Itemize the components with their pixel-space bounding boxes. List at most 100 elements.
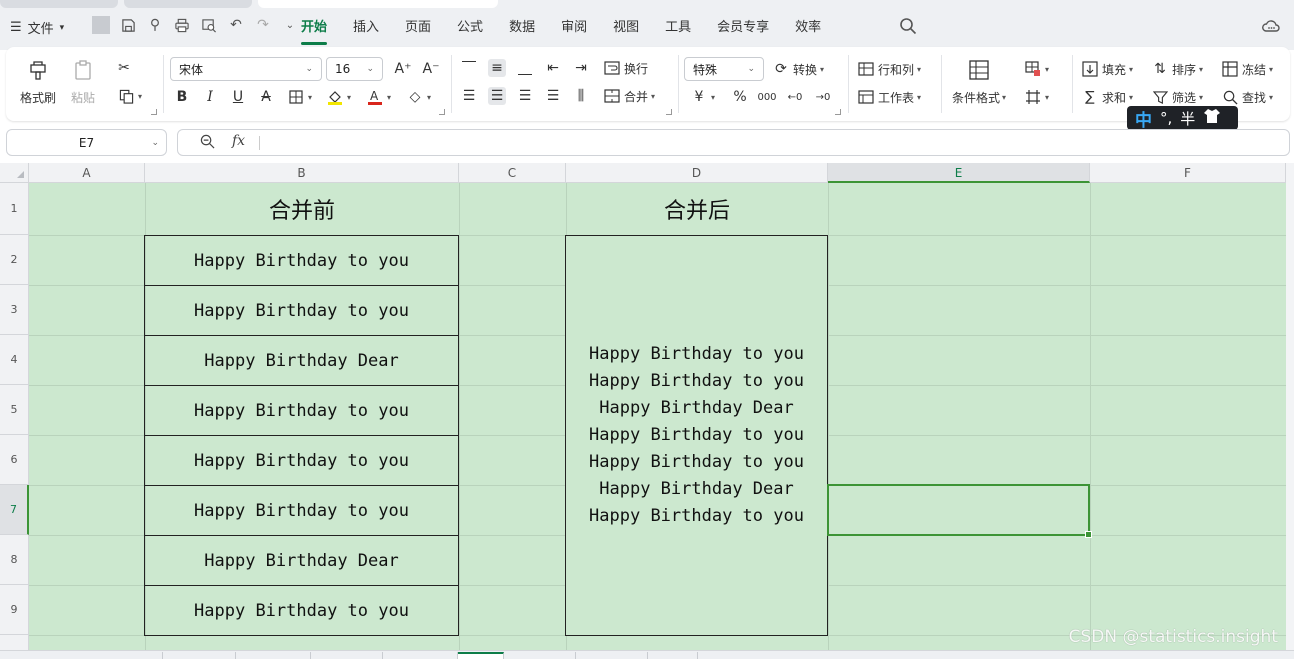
convert-button[interactable]: ⟳ 转换 ▾ (772, 60, 824, 78)
tab-page[interactable]: 页面 (392, 18, 444, 38)
strikethrough-button[interactable]: A (257, 88, 275, 106)
cell-b6[interactable]: Happy Birthday to you (144, 435, 459, 486)
active-cell-e7[interactable] (827, 484, 1092, 538)
chevron-down-icon[interactable]: ⌄ (151, 138, 159, 148)
table-style-button[interactable]: ▾ (1024, 88, 1049, 106)
increase-indent-button[interactable]: ⇥ (572, 59, 590, 77)
spreadsheet-grid[interactable]: A B C D E F 1 2 3 4 5 6 7 8 9 合并前 合并后 Ha… (0, 163, 1286, 659)
row-header-1[interactable]: 1 (0, 183, 29, 235)
underline-button[interactable]: U (229, 88, 247, 106)
filter-button[interactable]: 筛选 ▾ (1151, 88, 1203, 106)
dialog-launcher-icon[interactable] (666, 109, 672, 115)
thousands-button[interactable]: 000 (757, 88, 776, 106)
conditional-format-button[interactable]: 条件格式 ▾ (952, 57, 1006, 106)
number-format-select[interactable]: 特殊 ⌄ (684, 57, 764, 81)
save-icon[interactable] (119, 16, 137, 34)
sheet-tab[interactable] (163, 652, 236, 659)
print-preview-icon[interactable] (200, 16, 218, 34)
distributed-button[interactable]: ⫼ (572, 87, 590, 105)
document-tab[interactable] (0, 0, 118, 8)
tab-member[interactable]: 会员专享 (704, 18, 782, 38)
borders-button[interactable]: ▾ (287, 88, 312, 106)
merge-button[interactable]: 合并 ▾ (603, 87, 655, 105)
dialog-launcher-icon[interactable] (151, 109, 157, 115)
sheet-tab[interactable] (576, 652, 648, 659)
select-all-corner[interactable] (0, 163, 29, 183)
name-box[interactable]: E7 ⌄ (6, 129, 167, 156)
find-button[interactable]: 查找 ▾ (1221, 88, 1273, 106)
align-right-button[interactable]: ☰ (516, 87, 534, 105)
cell-b2[interactable]: Happy Birthday to you (144, 235, 459, 286)
ime-status-bar[interactable]: 中 °, 半 (1127, 106, 1238, 131)
skin-icon[interactable] (1203, 108, 1221, 128)
formula-bar[interactable]: fx (177, 129, 1290, 156)
row-header-5[interactable]: 5 (0, 385, 29, 435)
ime-mode[interactable]: 中 (1135, 106, 1152, 131)
cell-b7[interactable]: Happy Birthday to you (144, 485, 459, 536)
share-icon[interactable]: ⚲ (146, 16, 164, 34)
ime-width[interactable]: 半 (1180, 108, 1195, 129)
sheet-tab[interactable] (95, 652, 163, 659)
cell-d1-after-merge-header[interactable]: 合并后 (566, 183, 828, 235)
column-header-a[interactable]: A (29, 163, 145, 183)
column-header-e[interactable]: E (828, 163, 1090, 183)
format-painter-button[interactable]: 格式刷 (20, 57, 56, 106)
sheet-tab[interactable] (311, 652, 383, 659)
freeze-button[interactable]: 冻结 ▾ (1221, 60, 1273, 78)
sort-button[interactable]: ⇅ 排序 ▾ (1151, 60, 1203, 78)
row-col-button[interactable]: 行和列 ▾ (857, 60, 921, 78)
worksheet-button[interactable]: 工作表 ▾ (857, 88, 921, 106)
italic-button[interactable]: I (201, 88, 219, 106)
tab-formula[interactable]: 公式 (444, 18, 496, 38)
file-menu[interactable]: ☰ 文件 ▾ (10, 18, 64, 37)
row-header-3[interactable]: 3 (0, 285, 29, 335)
increase-font-button[interactable]: A⁺ (394, 60, 412, 78)
row-header-6[interactable]: 6 (0, 435, 29, 485)
dialog-launcher-icon[interactable] (439, 109, 445, 115)
fill-color-button[interactable]: ▾ (326, 88, 351, 106)
cloud-icon[interactable] (1262, 18, 1280, 36)
cell-b8[interactable]: Happy Birthday Dear (144, 535, 459, 586)
row-header-7[interactable]: 7 (0, 485, 29, 535)
increase-decimal-button[interactable]: ←0 (786, 88, 804, 106)
insert-function-icon[interactable]: fx (232, 133, 245, 149)
tab-home[interactable]: 开始 (288, 18, 340, 45)
print-icon[interactable] (173, 16, 191, 34)
row-header-8[interactable]: 8 (0, 535, 29, 585)
cell-b9[interactable]: Happy Birthday to you (144, 585, 459, 636)
currency-button[interactable]: ¥ ▾ (690, 88, 715, 106)
cell-b1-before-merge-header[interactable]: 合并前 (145, 183, 459, 235)
align-middle-button[interactable]: ≡ (488, 59, 506, 77)
cell-b4[interactable]: Happy Birthday Dear (144, 335, 459, 386)
wrap-text-button[interactable]: 换行 (603, 59, 648, 77)
ime-punctuation[interactable]: °, (1160, 109, 1172, 127)
copy-button[interactable]: ▾ (117, 87, 142, 105)
align-center-button[interactable]: ☰ (488, 87, 506, 105)
cell-b5[interactable]: Happy Birthday to you (144, 385, 459, 436)
sheet-tab[interactable] (236, 652, 311, 659)
align-left-button[interactable]: ☰ (460, 87, 478, 105)
column-header-d[interactable]: D (566, 163, 828, 183)
sheet-tab-active[interactable] (458, 652, 504, 659)
undo-icon[interactable]: ↶ (227, 16, 245, 34)
tab-insert[interactable]: 插入 (340, 18, 392, 38)
fill-button[interactable]: 填充 ▾ (1081, 60, 1133, 78)
font-name-select[interactable]: 宋体 ⌄ (170, 57, 322, 81)
sheet-tab[interactable] (648, 652, 698, 659)
merged-cell-d2-d9[interactable]: Happy Birthday to you Happy Birthday to … (565, 235, 828, 636)
column-header-b[interactable]: B (145, 163, 459, 183)
font-color-button[interactable]: A ▾ (366, 88, 391, 106)
vertical-scrollbar[interactable] (1286, 163, 1294, 650)
column-header-c[interactable]: C (459, 163, 566, 183)
row-header-2[interactable]: 2 (0, 235, 29, 285)
tab-view[interactable]: 视图 (600, 18, 652, 38)
column-header-f[interactable]: F (1090, 163, 1286, 183)
bold-button[interactable]: B (173, 88, 191, 106)
document-tab-active[interactable] (258, 0, 498, 8)
tab-efficiency[interactable]: 效率 (782, 18, 834, 38)
tab-review[interactable]: 审阅 (548, 18, 600, 38)
document-tab[interactable] (124, 0, 252, 8)
sheet-tab[interactable] (383, 652, 458, 659)
paste-button[interactable]: 粘贴 (70, 57, 96, 106)
align-top-button[interactable]: ⎺ (460, 59, 478, 77)
